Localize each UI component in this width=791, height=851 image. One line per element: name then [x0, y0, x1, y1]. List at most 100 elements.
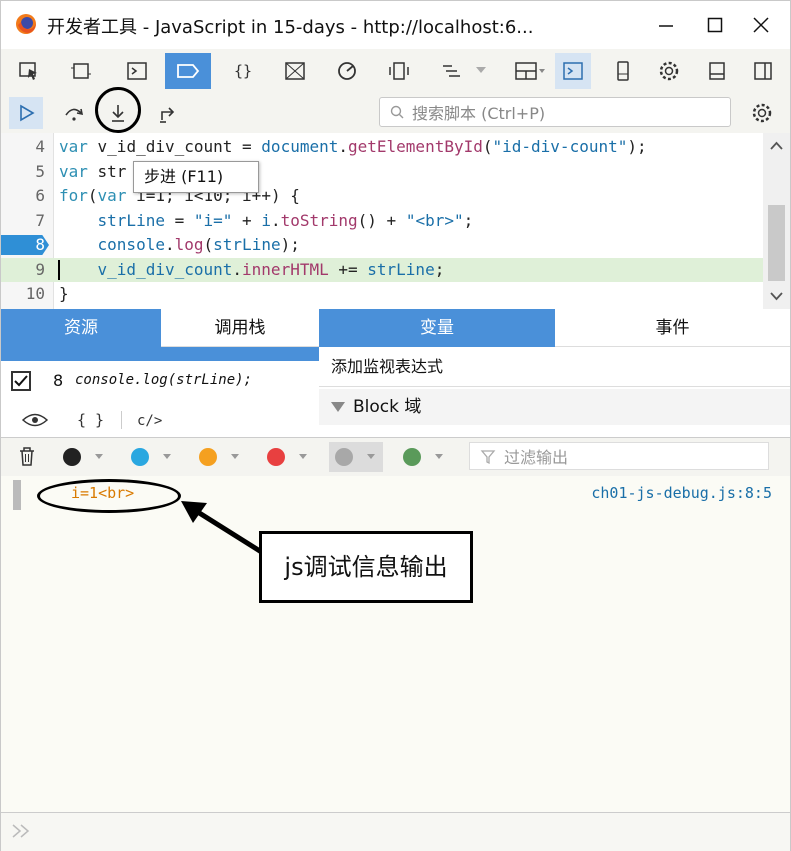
chevron-up-icon[interactable] — [763, 139, 790, 153]
add-watch-expression[interactable]: 添加监视表达式 — [319, 347, 790, 387]
code-line[interactable]: 10} — [1, 282, 763, 306]
log-source-link[interactable]: ch01-js-debug.js:8:5 — [591, 484, 772, 502]
script-search-box[interactable] — [379, 97, 731, 127]
filter-icon — [480, 450, 496, 465]
pick-element-button[interactable] — [11, 53, 47, 89]
source-actions: { } c/> — [1, 403, 319, 437]
code-token: v_id_div_count = — [87, 137, 262, 156]
line-number[interactable]: 5 — [1, 160, 45, 184]
trash-icon[interactable] — [17, 446, 37, 468]
chevron-down-icon[interactable] — [367, 454, 375, 459]
chevron-down-icon[interactable] — [435, 454, 443, 459]
waterfall-tab[interactable] — [433, 53, 469, 89]
log-level-filter-dot[interactable] — [199, 448, 217, 466]
responsive-icon — [389, 62, 409, 80]
line-number[interactable]: 8 — [1, 233, 45, 257]
code-line[interactable]: 6 for(var i=1; i<10; i++) { — [1, 184, 763, 208]
code-line[interactable]: 5 var str — [1, 160, 763, 184]
log-level-filter-dot[interactable] — [403, 448, 421, 466]
code-token: ( — [482, 137, 493, 156]
title-bar: 开发者工具 - JavaScript in 15-days - http://l… — [1, 1, 790, 49]
log-level-filter-dot[interactable] — [335, 448, 353, 466]
code-line[interactable]: 4 var v_id_div_count = document.getElemen… — [1, 135, 763, 159]
breakpoint-checkbox[interactable] — [11, 371, 31, 391]
filter-output-input[interactable] — [502, 445, 766, 469]
log-level-filter-dot[interactable] — [131, 448, 149, 466]
chevron-down-icon — [476, 67, 486, 73]
devtools-window: 开发者工具 - JavaScript in 15-days - http://l… — [0, 0, 791, 851]
code-token: . — [338, 137, 348, 156]
step-over-button[interactable] — [57, 97, 91, 129]
debugger-tab[interactable] — [165, 53, 211, 89]
pretty-print-icon[interactable]: { } — [75, 409, 103, 431]
code-editor[interactable]: 4 var v_id_div_count = document.getElemen… — [1, 133, 790, 309]
code-token: strLine — [367, 259, 435, 279]
chevron-down-icon[interactable] — [95, 454, 103, 459]
close-button[interactable] — [741, 7, 781, 43]
chevron-down-icon[interactable] — [763, 289, 790, 303]
log-level-filter-dot[interactable] — [63, 448, 81, 466]
chevron-down-icon[interactable] — [163, 454, 171, 459]
step-out-button[interactable] — [151, 97, 185, 129]
eye-icon[interactable] — [21, 411, 49, 429]
code-token: toString — [280, 210, 358, 230]
blackbox-icon[interactable]: c/> — [135, 409, 165, 431]
code-line[interactable]: 9 v_id_div_count.innerHTML += strLine; — [1, 257, 763, 282]
log-level-filter-dot[interactable] — [267, 448, 285, 466]
code-text: var str — [59, 160, 126, 184]
block-scope-label: Block 域 — [353, 397, 422, 417]
phone-frame-button[interactable] — [605, 53, 641, 89]
settings-button[interactable] — [651, 53, 687, 89]
chevron-down-icon[interactable] — [231, 454, 239, 459]
tab-events[interactable]: 事件 — [555, 309, 790, 347]
dock-side-button[interactable] — [745, 53, 781, 89]
responsive-tab[interactable] — [381, 53, 417, 89]
console-toolbar — [1, 437, 790, 477]
console-input-line[interactable] — [1, 812, 790, 851]
editor-scrollbar[interactable] — [763, 133, 790, 309]
step-out-icon — [160, 107, 175, 123]
tab-variables[interactable]: 变量 — [319, 309, 555, 347]
phone-icon — [617, 61, 629, 81]
debugger-panels: 资源 调用栈 变量 事件 8 console.log(strLine); { }… — [1, 309, 790, 437]
inspector-tab[interactable] — [63, 53, 99, 89]
minimize-button[interactable] — [646, 7, 686, 43]
code-line[interactable]: 7 strLine = "i=" + i.toString() + "<br>"… — [1, 209, 763, 233]
script-search-input[interactable] — [410, 101, 724, 125]
code-line[interactable]: 8 console.log(strLine); — [1, 233, 763, 257]
filter-box[interactable] — [469, 442, 769, 470]
canvas-icon — [285, 62, 305, 80]
waterfall-icon — [443, 65, 460, 77]
chevron-down-icon[interactable] — [299, 454, 307, 459]
code-token: innerHTML — [242, 259, 329, 279]
dock-layout-button[interactable] — [507, 53, 553, 89]
prompt-chevrons-icon — [12, 824, 30, 838]
maximize-button[interactable] — [695, 7, 735, 43]
line-number[interactable]: 4 — [1, 135, 45, 159]
code-text: v_id_div_count.innerHTML += strLine; — [59, 258, 445, 282]
scrollbar-thumb[interactable] — [768, 205, 785, 281]
tab-sources[interactable]: 资源 — [1, 309, 161, 347]
block-scope-row[interactable]: Block 域 — [319, 389, 790, 425]
split-console-button[interactable] — [555, 53, 591, 89]
resume-button[interactable] — [9, 97, 43, 129]
code-token: . — [164, 235, 175, 254]
style-editor-tab[interactable]: {} — [225, 53, 261, 89]
more-tools-dropdown[interactable] — [471, 53, 491, 89]
code-text: console.log(strLine); — [59, 233, 300, 257]
code-token: str — [87, 161, 127, 181]
code-token: var — [59, 161, 88, 181]
canvas-tab[interactable] — [277, 53, 313, 89]
console-tab[interactable] — [119, 53, 155, 89]
line-number[interactable]: 7 — [1, 209, 45, 233]
dock-bottom-button[interactable] — [699, 53, 735, 89]
performance-tab[interactable] — [329, 53, 365, 89]
line-number[interactable]: 6 — [1, 184, 45, 208]
breakpoint-item[interactable]: 8 console.log(strLine); — [1, 365, 319, 399]
tab-callstack[interactable]: 调用栈 — [161, 309, 319, 347]
line-number[interactable]: 9 — [1, 258, 45, 282]
line-number[interactable]: 10 — [1, 282, 45, 306]
debugger-settings-button[interactable] — [745, 97, 779, 129]
